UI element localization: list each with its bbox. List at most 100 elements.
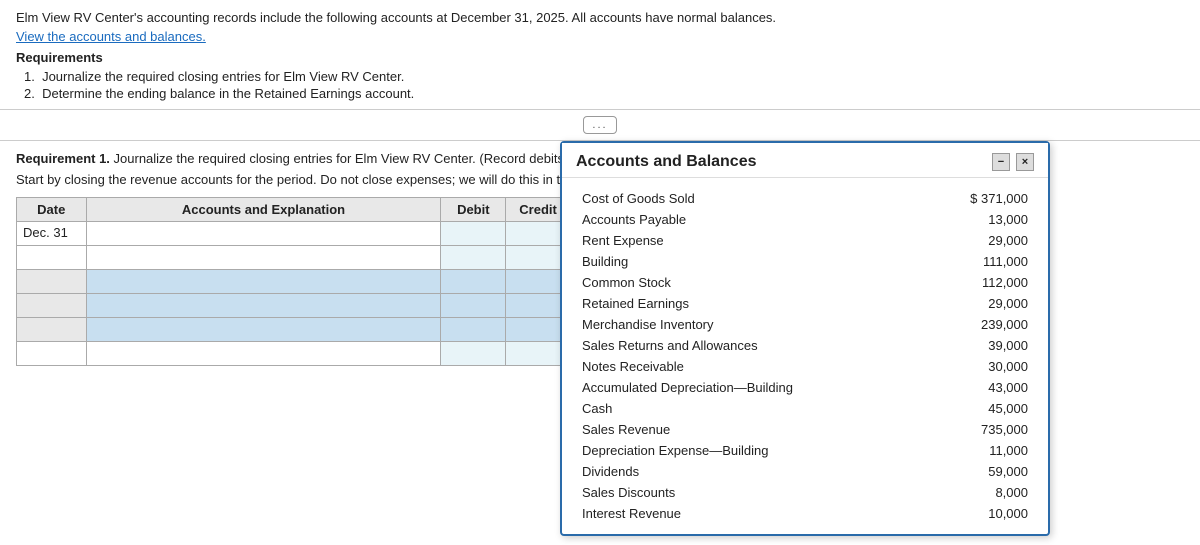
date-cell — [17, 246, 87, 270]
account-value: 13,000 — [925, 209, 1034, 230]
table-row — [17, 318, 571, 342]
account-row: Sales Revenue735,000 — [576, 419, 1034, 440]
date-cell: Dec. 31 — [17, 222, 87, 246]
account-row: Common Stock112,000 — [576, 272, 1034, 293]
table-row — [17, 342, 571, 366]
credit-input[interactable] — [510, 224, 566, 243]
debit-cell[interactable] — [441, 318, 506, 342]
account-value: $ 371,000 — [925, 188, 1034, 209]
date-cell — [17, 294, 87, 318]
minimize-button[interactable]: − — [992, 153, 1010, 171]
top-section: Elm View RV Center's accounting records … — [0, 0, 1200, 110]
account-value: 45,000 — [925, 398, 1034, 419]
debit-cell[interactable] — [441, 222, 506, 246]
account-value: 39,000 — [925, 335, 1034, 356]
account-row: Retained Earnings29,000 — [576, 293, 1034, 314]
debit-input[interactable] — [445, 272, 501, 291]
credit-input[interactable] — [510, 296, 566, 315]
col-header-accounts: Accounts and Explanation — [86, 198, 441, 222]
account-input[interactable] — [91, 296, 437, 315]
intro-text: Elm View RV Center's accounting records … — [16, 10, 1184, 25]
account-input[interactable] — [91, 272, 437, 291]
credit-input[interactable] — [510, 248, 566, 267]
debit-input[interactable] — [445, 248, 501, 267]
account-name: Sales Returns and Allowances — [576, 335, 925, 356]
account-input[interactable] — [91, 224, 437, 243]
date-cell — [17, 270, 87, 294]
account-name: Building — [576, 251, 925, 272]
table-row — [17, 246, 571, 270]
account-row: Interest Revenue10,000 — [576, 503, 1034, 524]
account-value: 239,000 — [925, 314, 1034, 335]
credit-input[interactable] — [510, 272, 566, 291]
account-name: Dividends — [576, 461, 925, 482]
account-value: 735,000 — [925, 419, 1034, 440]
credit-input[interactable] — [510, 344, 566, 363]
debit-cell[interactable] — [441, 294, 506, 318]
account-row: Accumulated Depreciation—Building43,000 — [576, 377, 1034, 398]
account-cell[interactable] — [86, 294, 441, 318]
divider-row: ... — [0, 110, 1200, 141]
debit-cell[interactable] — [441, 342, 506, 366]
account-value: 11,000 — [925, 440, 1034, 461]
account-value: 29,000 — [925, 230, 1034, 251]
account-value: 30,000 — [925, 356, 1034, 377]
debit-input[interactable] — [445, 320, 501, 339]
account-name: Cost of Goods Sold — [576, 188, 925, 209]
account-input[interactable] — [91, 320, 437, 339]
popup-title: Accounts and Balances — [576, 153, 757, 171]
debit-cell[interactable] — [441, 270, 506, 294]
account-row: Merchandise Inventory239,000 — [576, 314, 1034, 335]
account-row: Rent Expense29,000 — [576, 230, 1034, 251]
debit-input[interactable] — [445, 224, 501, 243]
table-row — [17, 294, 571, 318]
popup-content: Cost of Goods Sold$ 371,000Accounts Paya… — [562, 178, 1048, 534]
account-value: 43,000 — [925, 377, 1034, 398]
account-row: Sales Discounts8,000 — [576, 482, 1034, 503]
account-cell[interactable] — [86, 222, 441, 246]
accounts-balances-popup: Accounts and Balances − × Cost of Goods … — [560, 141, 1050, 536]
account-cell[interactable] — [86, 318, 441, 342]
account-input[interactable] — [91, 248, 437, 267]
account-cell[interactable] — [86, 246, 441, 270]
account-row: Dividends59,000 — [576, 461, 1034, 482]
account-name: Common Stock — [576, 272, 925, 293]
account-value: 8,000 — [925, 482, 1034, 503]
account-row: Cost of Goods Sold$ 371,000 — [576, 188, 1034, 209]
account-value: 10,000 — [925, 503, 1034, 524]
popup-header: Accounts and Balances − × — [562, 143, 1048, 178]
account-name: Retained Earnings — [576, 293, 925, 314]
col-header-date: Date — [17, 198, 87, 222]
table-row: Dec. 31 — [17, 222, 571, 246]
account-row: Depreciation Expense—Building11,000 — [576, 440, 1034, 461]
requirement-1-item: 1. Journalize the required closing entri… — [24, 69, 1184, 84]
account-cell[interactable] — [86, 342, 441, 366]
account-name: Sales Revenue — [576, 419, 925, 440]
divider-dots: ... — [583, 116, 616, 134]
account-cell[interactable] — [86, 270, 441, 294]
debit-input[interactable] — [445, 296, 501, 315]
account-value: 112,000 — [925, 272, 1034, 293]
account-input[interactable] — [91, 344, 437, 363]
popup-controls: − × — [992, 153, 1034, 171]
col-header-debit: Debit — [441, 198, 506, 222]
account-name: Rent Expense — [576, 230, 925, 251]
account-value: 111,000 — [925, 251, 1034, 272]
account-name: Sales Discounts — [576, 482, 925, 503]
account-row: Building111,000 — [576, 251, 1034, 272]
account-name: Cash — [576, 398, 925, 419]
accounts-table: Cost of Goods Sold$ 371,000Accounts Paya… — [576, 188, 1034, 524]
account-name: Notes Receivable — [576, 356, 925, 377]
account-name: Accounts Payable — [576, 209, 925, 230]
view-accounts-link[interactable]: View the accounts and balances. — [16, 29, 206, 44]
table-row — [17, 270, 571, 294]
close-button[interactable]: × — [1016, 153, 1034, 171]
main-content: Requirement 1. Journalize the required c… — [0, 141, 1200, 376]
debit-cell[interactable] — [441, 246, 506, 270]
credit-input[interactable] — [510, 320, 566, 339]
account-row: Accounts Payable13,000 — [576, 209, 1034, 230]
account-row: Sales Returns and Allowances39,000 — [576, 335, 1034, 356]
debit-input[interactable] — [445, 344, 501, 363]
requirement-2-item: 2. Determine the ending balance in the R… — [24, 86, 1184, 101]
account-name: Accumulated Depreciation—Building — [576, 377, 925, 398]
